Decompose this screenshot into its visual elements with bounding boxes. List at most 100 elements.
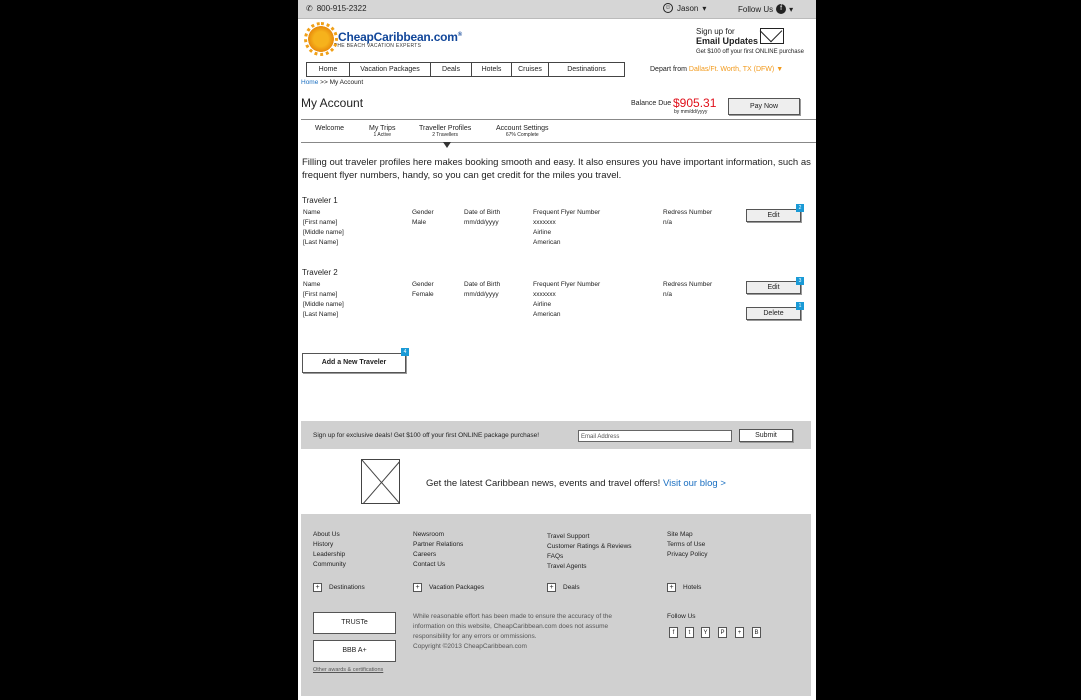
- breadcrumb-separator: >>: [320, 79, 328, 86]
- ffn-block: Frequent Flyer Number xxxxxxx Airline Am…: [533, 280, 600, 320]
- site-logo[interactable]: CheapCaribbean.com® THE BEACH VACATION E…: [304, 22, 462, 56]
- tab-traveller-profiles[interactable]: Traveller Profiles 2 Travellers: [419, 125, 471, 138]
- nav-home[interactable]: Home: [307, 63, 350, 76]
- nav-deals[interactable]: Deals: [431, 63, 472, 76]
- footer-expander-label[interactable]: Deals: [563, 583, 580, 593]
- footer-link[interactable]: Community: [313, 560, 346, 570]
- middle-name: [Middle name]: [303, 229, 344, 236]
- phone-link[interactable]: ✆ 800-915-2322: [306, 4, 367, 13]
- blog-icon[interactable]: B: [752, 627, 761, 638]
- delete-traveler-2-button[interactable]: Delete: [746, 307, 801, 320]
- envelope-icon[interactable]: [760, 28, 784, 44]
- footer-link[interactable]: Newsroom: [413, 530, 463, 540]
- dob-header: Date of Birth: [464, 281, 501, 288]
- user-icon: ☺: [663, 3, 673, 13]
- breadcrumb: Home >> My Account: [301, 79, 363, 86]
- follow-us-label: Follow Us: [738, 4, 774, 14]
- expand-hotels-icon[interactable]: +: [667, 583, 676, 592]
- page: ✆ 800-915-2322 ☺ Jason ▾ Follow Us f ▾ C…: [298, 0, 816, 700]
- follow-us-menu[interactable]: Follow Us f ▾: [738, 4, 793, 14]
- middle-name: [Middle name]: [303, 301, 344, 308]
- footer-link[interactable]: Customer Ratings & Reviews: [547, 542, 632, 552]
- footer-link[interactable]: History: [313, 540, 346, 550]
- email-signup-promo[interactable]: Sign up for Email Updates Get $100 off y…: [696, 27, 804, 55]
- footer-link[interactable]: About Us: [313, 530, 346, 540]
- tab-label: Welcome: [315, 125, 345, 132]
- nav-destinations[interactable]: Destinations: [549, 63, 624, 76]
- youtube-icon[interactable]: Y: [701, 627, 710, 638]
- footer-col-legal: Site Map Terms of Use Privacy Policy: [667, 530, 707, 560]
- ffn-header: Frequent Flyer Number: [533, 209, 601, 216]
- pinterest-icon[interactable]: P: [718, 627, 727, 638]
- expand-deals-icon[interactable]: +: [547, 583, 556, 592]
- brand-name: CheapCaribbean.com: [338, 30, 458, 44]
- tab-welcome[interactable]: Welcome: [315, 125, 344, 132]
- balance-due-date: by mm/dd/yyyy: [674, 109, 708, 115]
- truste-badge[interactable]: TRUSTe: [313, 612, 396, 634]
- redress-header: Redress Number: [663, 209, 713, 216]
- footer-link[interactable]: Travel Support: [547, 532, 632, 542]
- newsletter-text: Sign up for exclusive deals! Get $100 of…: [313, 432, 540, 439]
- tab-label: Traveller Profiles: [419, 125, 472, 132]
- gender-block: Gender Male: [412, 208, 434, 228]
- footer-expander-label[interactable]: Vacation Packages: [429, 583, 484, 593]
- footer: About Us History Leadership Community Ne…: [301, 514, 811, 696]
- newsletter-submit-button[interactable]: Submit: [739, 429, 793, 442]
- footer-link[interactable]: FAQs: [547, 552, 632, 562]
- blog-text: Get the latest Caribbean news, events an…: [426, 478, 661, 489]
- nav-hotels[interactable]: Hotels: [472, 63, 512, 76]
- last-name: [Last Name]: [303, 239, 339, 246]
- bbb-badge[interactable]: BBB A+: [313, 640, 396, 662]
- footer-link[interactable]: Terms of Use: [667, 540, 707, 550]
- redress-header: Redress Number: [663, 281, 713, 288]
- edit-traveler-1-button[interactable]: Edit: [746, 209, 801, 222]
- dob-value: mm/dd/yyyy: [464, 291, 499, 298]
- edit-traveler-2-button[interactable]: Edit: [746, 281, 801, 294]
- dob-header: Date of Birth: [464, 209, 501, 216]
- ffn-value: xxxxxxx: [533, 291, 556, 298]
- depart-city: Dallas/Ft. Worth, TX (DFW): [688, 66, 775, 73]
- expand-vacation-packages-icon[interactable]: +: [413, 583, 422, 592]
- nav-cruises[interactable]: Cruises: [512, 63, 549, 76]
- tab-account-settings[interactable]: Account Settings 67% Complete: [496, 125, 549, 138]
- nav-vacation-packages[interactable]: Vacation Packages: [350, 63, 431, 76]
- user-menu[interactable]: ☺ Jason ▾: [663, 3, 706, 13]
- airline-value: American: [533, 239, 561, 246]
- redress-value: n/a: [663, 291, 673, 298]
- breadcrumb-current: My Account: [329, 79, 364, 86]
- signup-line1: Sign up for: [696, 27, 735, 36]
- footer-col-support: Travel Support Customer Ratings & Review…: [547, 532, 632, 572]
- footer-expander-label[interactable]: Destinations: [329, 583, 365, 593]
- awards-link[interactable]: Other awards & certifications: [313, 665, 383, 675]
- footer-link[interactable]: Partner Relations: [413, 540, 463, 550]
- depart-from[interactable]: Depart from Dallas/Ft. Worth, TX (DFW) ▼: [650, 66, 783, 73]
- image-placeholder-icon: [362, 460, 399, 503]
- footer-link[interactable]: Careers: [413, 550, 463, 560]
- footer-link[interactable]: Leadership: [313, 550, 346, 560]
- google-plus-icon[interactable]: +: [735, 627, 744, 638]
- footer-col-press: Newsroom Partner Relations Careers Conta…: [413, 522, 463, 570]
- airline-value: American: [533, 311, 561, 318]
- annotation-badge: 3: [796, 277, 804, 285]
- add-traveler-button[interactable]: Add a New Traveler: [302, 353, 406, 373]
- facebook-icon[interactable]: f: [669, 627, 678, 638]
- disclaimer: While reasonable effort has been made to…: [413, 612, 643, 652]
- newsletter-email-input[interactable]: Email Address: [578, 430, 732, 442]
- tab-my-trips[interactable]: My Trips 1 Active: [369, 125, 395, 138]
- registered-mark: ®: [457, 32, 462, 38]
- expand-destinations-icon[interactable]: +: [313, 583, 322, 592]
- breadcrumb-home[interactable]: Home: [301, 79, 318, 86]
- pay-now-button[interactable]: Pay Now: [728, 98, 800, 115]
- twitter-icon[interactable]: t: [685, 627, 694, 638]
- footer-link[interactable]: Privacy Policy: [667, 550, 707, 560]
- copyright: Copyright ©2013 CheapCaribbean.com: [413, 643, 527, 650]
- footer-link[interactable]: Travel Agents: [547, 562, 632, 572]
- gender-value: Female: [412, 291, 434, 298]
- main-nav: Home Vacation Packages Deals Hotels Crui…: [306, 62, 625, 77]
- chevron-down-icon: ▾: [789, 4, 794, 14]
- footer-link[interactable]: Contact Us: [413, 560, 463, 570]
- footer-link[interactable]: Site Map: [667, 530, 707, 540]
- blog-link[interactable]: Visit our blog >: [663, 478, 726, 489]
- last-name: [Last Name]: [303, 311, 339, 318]
- footer-expander-label[interactable]: Hotels: [683, 583, 701, 593]
